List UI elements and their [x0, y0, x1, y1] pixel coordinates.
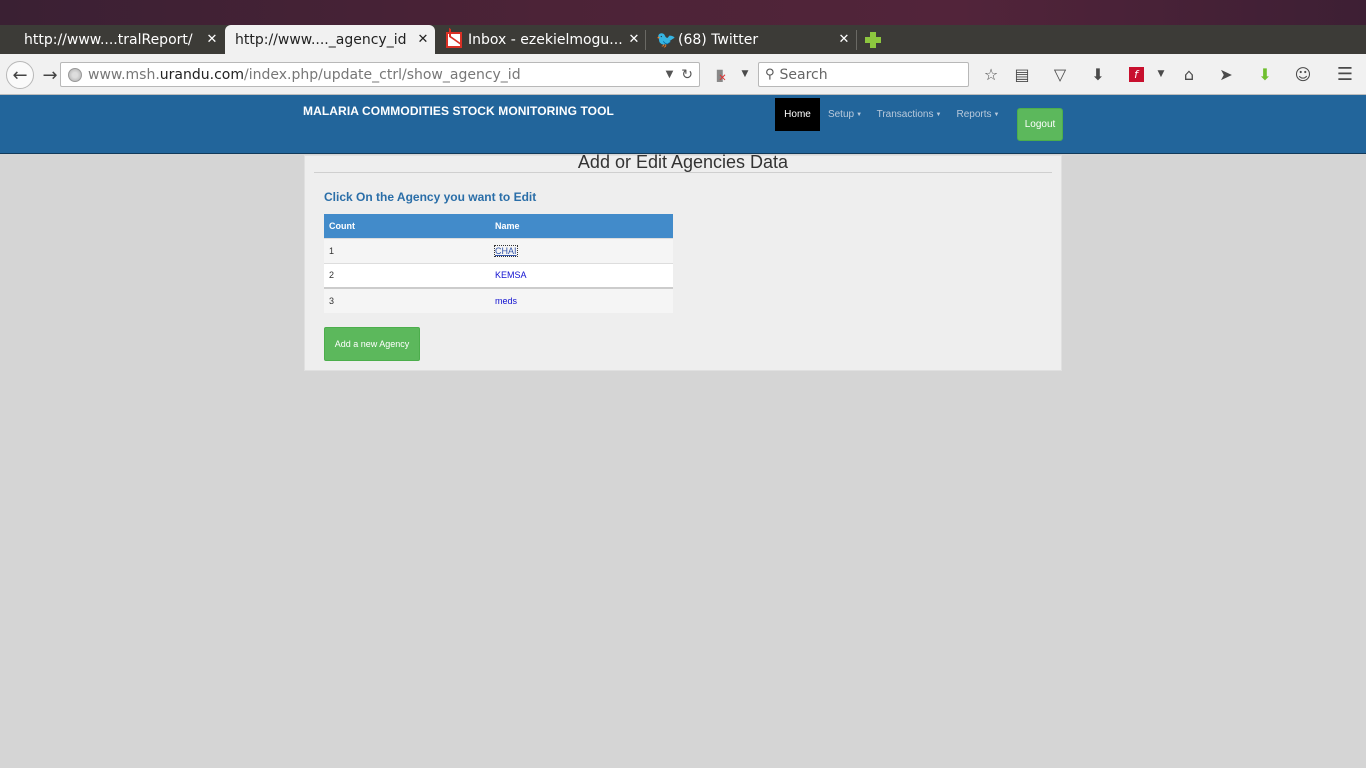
row-name-cell: meds [490, 287, 673, 313]
caret-down-icon: ▼ [993, 111, 1000, 118]
chat-icon[interactable]: ☺ [1292, 63, 1314, 85]
instruction-text: Click On the Agency you want to Edit [324, 190, 537, 204]
row-count: 1 [324, 237, 490, 263]
nav-setup[interactable]: Setup ▼ [825, 98, 865, 131]
site-brand[interactable]: MALARIA COMMODITIES STOCK MONITORING TOO… [303, 104, 614, 118]
window-titlebar [0, 0, 1366, 25]
download-green-icon[interactable]: ⬇ [1254, 63, 1276, 85]
table-header-row: Count Name [324, 214, 673, 238]
add-agency-button[interactable]: Add a new Agency [324, 327, 420, 361]
back-arrow-icon[interactable]: ← [6, 61, 34, 89]
nav-label: Home [784, 109, 811, 120]
nav-transactions[interactable]: Transactions ▼ [875, 98, 943, 131]
bookmark-star-icon[interactable]: ☆ [980, 63, 1002, 85]
tab-gmail-inbox[interactable]: Inbox - ezekielmogu... ✕ [436, 25, 646, 54]
plugin-blocked-icon[interactable]: ▮ ✕ [710, 63, 732, 85]
close-icon[interactable]: ✕ [411, 32, 435, 47]
url-domain: urandu.com [159, 66, 244, 83]
new-tab-plus-icon[interactable] [864, 31, 882, 49]
globe-icon [68, 67, 82, 82]
url-prefix: www.msh. [88, 66, 160, 83]
nav-label: Setup [827, 109, 855, 120]
search-input[interactable]: ⚲ Search [758, 62, 969, 87]
tab-agency-id[interactable]: http://www...._agency_id ✕ [225, 25, 435, 54]
reload-icon[interactable]: ↻ [681, 67, 693, 83]
column-header-count: Count [324, 214, 490, 238]
agency-link[interactable]: CHAI [494, 244, 518, 257]
caret-down-icon: ▼ [935, 111, 942, 118]
logout-button[interactable]: Logout [1017, 108, 1063, 141]
url-text[interactable]: www.msh.urandu.com/index.php/update_ctrl… [88, 67, 666, 83]
pocket-icon[interactable]: ▽ [1049, 63, 1071, 85]
download-icon[interactable]: ⬇ [1087, 63, 1109, 85]
page-title: Add or Edit Agencies Data [577, 152, 789, 172]
tab-title: Inbox - ezekielmogu... [468, 31, 622, 48]
hamburger-menu-icon[interactable]: ☰ [1334, 63, 1356, 85]
nav-label: Reports [956, 109, 992, 120]
table-row: 2 KEMSA [324, 262, 673, 288]
tab-title: (68) Twitter [678, 31, 759, 48]
search-placeholder: Search [779, 66, 828, 83]
twitter-icon: 🐦 [656, 29, 676, 49]
nav-label: Transactions [876, 109, 934, 120]
column-header-name: Name [490, 214, 673, 238]
close-icon[interactable]: ✕ [832, 32, 856, 47]
row-name-cell: KEMSA [490, 262, 673, 288]
table-row: 1 CHAI [324, 237, 673, 263]
agency-link[interactable]: meds [495, 296, 517, 306]
title-divider [314, 172, 1052, 173]
caret-down-icon: ▼ [856, 111, 863, 118]
site-header [0, 95, 1366, 154]
table-row: 3 meds [324, 287, 673, 313]
chevron-down-icon[interactable]: ▼ [1150, 63, 1172, 85]
tab-twitter[interactable]: 🐦 (68) Twitter ✕ [646, 25, 856, 54]
row-count: 2 [324, 262, 490, 288]
agency-link[interactable]: KEMSA [495, 270, 527, 280]
tab-title: http://www...._agency_id [235, 31, 407, 48]
nav-reports[interactable]: Reports ▼ [953, 98, 1003, 131]
close-icon[interactable]: ✕ [200, 32, 224, 47]
url-bar[interactable]: www.msh.urandu.com/index.php/update_ctrl… [60, 62, 700, 87]
nav-home[interactable]: Home [775, 98, 820, 131]
search-icon: ⚲ [765, 67, 775, 82]
send-icon[interactable]: ➤ [1215, 63, 1237, 85]
close-icon[interactable]: ✕ [622, 32, 646, 47]
gmail-icon [446, 31, 462, 48]
tab-separator [856, 30, 857, 50]
reading-list-icon[interactable]: ▤ [1011, 63, 1033, 85]
tab-title: http://www....tralReport/ [24, 31, 193, 48]
tab-central-report[interactable]: http://www....tralReport/ ✕ [14, 25, 224, 54]
tab-strip: http://www....tralReport/ ✕ http://www..… [0, 25, 1366, 54]
flash-icon[interactable]: f [1125, 63, 1147, 85]
agency-table: Count Name 1 CHAI 2 KEMSA 3 meds [324, 214, 673, 313]
chevron-down-icon[interactable]: ▼ [734, 63, 756, 85]
chevron-down-icon[interactable]: ▼ [666, 69, 674, 80]
row-count: 3 [324, 287, 490, 313]
row-name-cell: CHAI [490, 237, 673, 263]
url-path: /index.php/update_ctrl/show_agency_id [243, 66, 521, 83]
home-icon[interactable]: ⌂ [1178, 63, 1200, 85]
